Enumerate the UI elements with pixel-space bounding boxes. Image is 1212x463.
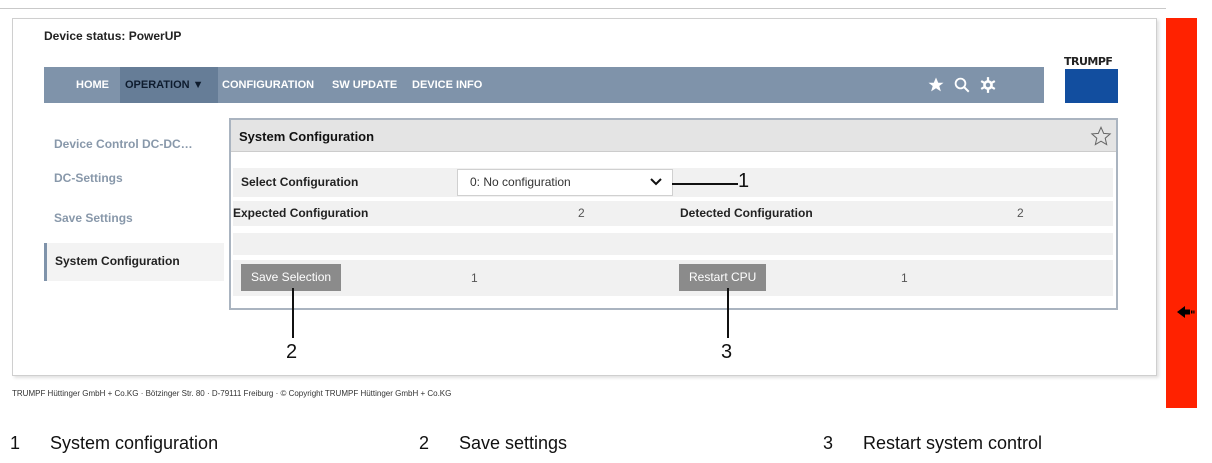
configuration-select-value: 0: No configuration: [470, 175, 571, 189]
detected-configuration-label: Detected Configuration: [680, 206, 813, 220]
chevron-down-icon: [650, 178, 662, 186]
callout-line-2: [292, 288, 294, 338]
copyright-footer: TRUMPF Hüttinger GmbH + Co.KG · Bötzinge…: [12, 389, 452, 398]
legend-item-1: 1 System configuration: [10, 433, 218, 454]
legend-item-3: 3 Restart system control: [823, 433, 1042, 454]
side-marker-bar: [1166, 18, 1197, 408]
top-rule: [0, 8, 1166, 9]
detected-configuration-value: 2: [1017, 206, 1024, 220]
sidebar-item-save-settings[interactable]: Save Settings: [44, 200, 224, 237]
restart-cpu-value: 1: [901, 271, 908, 285]
screenshot: Device status: PowerUP HOME OPERATION ▼ …: [0, 0, 1212, 463]
save-selection-value: 1: [471, 271, 478, 285]
panel-title: System Configuration: [239, 129, 375, 144]
legend-text: System configuration: [50, 433, 219, 453]
device-status: Device status: PowerUP: [44, 29, 182, 43]
callout-line-1: [672, 183, 738, 185]
save-selection-button[interactable]: Save Selection: [241, 264, 342, 291]
callout-number-3: 3: [721, 341, 733, 363]
nav-home[interactable]: HOME: [76, 67, 109, 103]
brand-logo-text: TRUMPF: [1064, 55, 1113, 68]
nav-configuration[interactable]: CONFIGURATION: [222, 67, 314, 103]
legend-number: 2: [419, 433, 430, 453]
arrow-left-icon: [1177, 306, 1195, 318]
star-icon[interactable]: [924, 73, 948, 97]
legend-number: 3: [823, 433, 834, 453]
callout-number-1: 1: [738, 170, 750, 192]
nav-device-info[interactable]: DEVICE INFO: [412, 67, 482, 103]
settings-icon[interactable]: [976, 73, 1000, 97]
panel-header: System Configuration: [231, 120, 1116, 152]
expected-configuration-label: Expected Configuration: [233, 206, 369, 220]
system-configuration-panel: System Configuration Select Configuratio…: [229, 118, 1118, 310]
sidebar-item-system-configuration[interactable]: System Configuration: [44, 243, 224, 281]
configuration-select[interactable]: 0: No configuration: [457, 169, 673, 196]
actions-row: Save Selection 1 Restart CPU 1: [233, 260, 1113, 296]
sidebar-item-dc-settings[interactable]: DC-Settings: [44, 160, 224, 197]
callout-number-2: 2: [286, 341, 298, 363]
legend-number: 1: [10, 433, 21, 453]
nav-operation[interactable]: OPERATION ▼: [120, 67, 218, 103]
select-configuration-label: Select Configuration: [241, 175, 359, 189]
brand-logo: [1065, 69, 1118, 103]
callout-line-3: [727, 288, 729, 338]
legend-item-2: 2 Save settings: [419, 433, 567, 454]
empty-row: [233, 233, 1113, 255]
search-icon[interactable]: [950, 73, 974, 97]
favorite-star-icon[interactable]: [1090, 125, 1112, 147]
sidebar-item-device-control[interactable]: Device Control DC-DC…: [44, 126, 224, 163]
restart-cpu-button[interactable]: Restart CPU: [679, 264, 767, 291]
expected-configuration-value: 2: [578, 206, 585, 220]
main-navbar: HOME OPERATION ▼ CONFIGURATION SW UPDATE…: [44, 67, 1044, 103]
configuration-info-row: Expected Configuration 2 Detected Config…: [233, 201, 1113, 226]
legend-text: Restart system control: [863, 433, 1043, 453]
nav-sw-update[interactable]: SW UPDATE: [332, 67, 397, 103]
legend-text: Save settings: [459, 433, 568, 453]
